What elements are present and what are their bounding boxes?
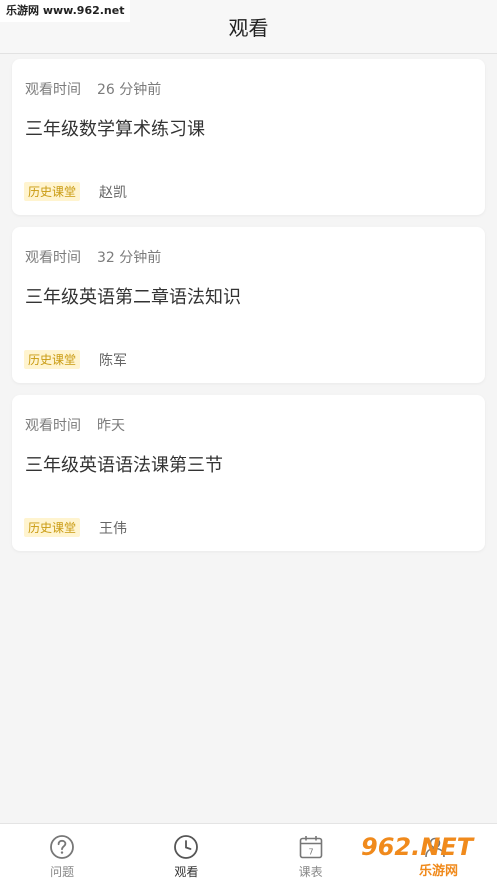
- history-class-tag: 历史课堂: [24, 182, 81, 201]
- watermark-brand: 962.NET: [361, 833, 475, 861]
- teacher-name: 赵凯: [99, 185, 127, 201]
- watermark-text: 乐游网 www.962.net: [0, 0, 131, 22]
- course-title: 三年级数学算术练习课: [25, 119, 205, 140]
- watch-time-row: 观看时间 26 分钟前: [25, 79, 161, 99]
- clock-icon: [174, 835, 199, 859]
- teacher-name: 陈军: [99, 353, 127, 369]
- watch-time-value: 26 分钟前: [97, 82, 162, 98]
- watch-time-label: 观看时间: [25, 250, 81, 266]
- watermark-sub: 乐游网: [419, 863, 458, 879]
- tab-questions[interactable]: 问题: [0, 824, 124, 884]
- watch-time-value: 昨天: [97, 418, 125, 434]
- course-title: 三年级英语第二章语法知识: [25, 287, 241, 308]
- watch-time-row: 观看时间 昨天: [25, 415, 125, 435]
- history-card[interactable]: 观看时间 32 分钟前 三年级英语第二章语法知识 历史课堂 陈军: [12, 227, 485, 383]
- page-title: 观看: [228, 16, 269, 40]
- teacher-name: 王伟: [99, 521, 127, 537]
- tab-label: 课表: [298, 865, 323, 879]
- question-circle-icon: [50, 835, 75, 859]
- tab-label: 问题: [50, 865, 75, 879]
- watch-time-label: 观看时间: [25, 82, 81, 98]
- history-class-tag: 历史课堂: [24, 350, 81, 369]
- watch-history-list: 观看时间 26 分钟前 三年级数学算术练习课 历史课堂 赵凯 观看时间 32 分钟前…: [12, 59, 485, 563]
- history-class-tag: 历史课堂: [24, 518, 81, 537]
- watch-time-value: 32 分钟前: [97, 250, 162, 266]
- watermark-logo: 962.NET 乐游网: [361, 833, 475, 879]
- tab-watch[interactable]: 观看: [124, 824, 248, 884]
- history-card[interactable]: 观看时间 昨天 三年级英语语法课第三节 历史课堂 王伟: [12, 395, 485, 551]
- watch-time-label: 观看时间: [25, 418, 81, 434]
- calendar-day: 7: [308, 848, 313, 857]
- history-card[interactable]: 观看时间 26 分钟前 三年级数学算术练习课 历史课堂 赵凯: [12, 59, 485, 215]
- calendar-icon: 7: [299, 836, 322, 859]
- tab-label: 观看: [174, 865, 199, 879]
- course-title: 三年级英语语法课第三节: [25, 455, 223, 476]
- watch-time-row: 观看时间 32 分钟前: [25, 247, 161, 267]
